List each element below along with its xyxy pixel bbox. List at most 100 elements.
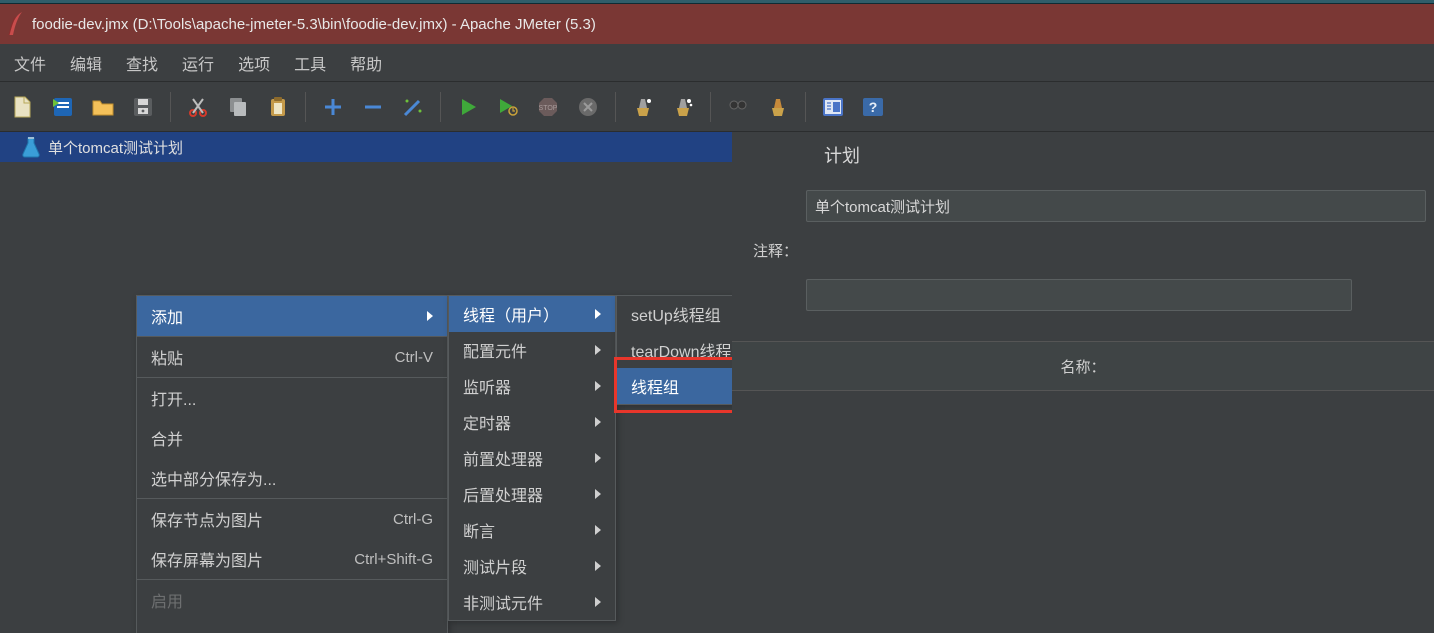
submenu-arrow-icon xyxy=(595,417,601,427)
function-helper-icon[interactable] xyxy=(814,88,852,126)
shutdown-icon[interactable] xyxy=(569,88,607,126)
menu-edit[interactable]: 编辑 xyxy=(58,45,114,81)
toolbar-separator xyxy=(170,92,171,122)
toolbar-separator xyxy=(615,92,616,122)
testplan-flask-icon xyxy=(20,136,42,158)
workspace: 单个tomcat测试计划 添加粘贴 Ctrl-V 打开... 合并选中部分保存为...… xyxy=(0,132,1434,633)
copy-icon[interactable] xyxy=(219,88,257,126)
context-menu-shortcut: Ctrl-G xyxy=(393,511,433,528)
new-file-icon[interactable] xyxy=(4,88,42,126)
plus-icon[interactable] xyxy=(314,88,352,126)
context-menu-item[interactable]: 打开... xyxy=(137,378,447,418)
help-icon[interactable]: ? xyxy=(854,88,892,126)
context-menu-item[interactable]: 保存节点为图片 Ctrl-G xyxy=(137,499,447,539)
details-heading: 计划 xyxy=(732,142,1434,168)
context-menu-label: 线程（用户） xyxy=(463,302,581,326)
stop-icon[interactable]: STOP xyxy=(529,88,567,126)
context-submenu-add[interactable]: 线程（用户） 配置元件监听器定时器前置处理器后置处理器断言测试片段非测试元件 xyxy=(448,295,616,621)
minus-icon[interactable] xyxy=(354,88,392,126)
wand-icon[interactable] xyxy=(394,88,432,126)
submenu-arrow-icon xyxy=(595,453,601,463)
clear-icon[interactable] xyxy=(624,88,662,126)
context-menu-item[interactable]: 添加 xyxy=(137,296,447,336)
menu-file[interactable]: 文件 xyxy=(2,45,58,81)
templates-icon[interactable] xyxy=(44,88,82,126)
menu-help[interactable]: 帮助 xyxy=(338,45,394,81)
context-menu-item: 启用 xyxy=(137,580,447,620)
comment-label: 注释： xyxy=(732,240,804,261)
submenu-arrow-icon xyxy=(427,311,433,321)
context-submenu-item[interactable]: 线程（用户） xyxy=(449,296,615,332)
context-menu-item[interactable]: 选中部分保存为... xyxy=(137,458,447,498)
menu-options[interactable]: 选项 xyxy=(226,45,282,81)
vars-name-column: 名称： xyxy=(1060,356,1105,377)
context-menu-label: 断言 xyxy=(463,518,581,542)
cut-icon[interactable] xyxy=(179,88,217,126)
context-menu-label: 打开... xyxy=(151,386,433,410)
context-menu-shortcut: Ctrl+Shift-G xyxy=(354,551,433,568)
toolbar-separator xyxy=(305,92,306,122)
context-submenu-item[interactable]: 定时器 xyxy=(449,404,615,440)
menu-search[interactable]: 查找 xyxy=(114,45,170,81)
window-title: foodie-dev.jmx (D:\Tools\apache-jmeter-5… xyxy=(32,16,596,33)
clear-all-icon[interactable] xyxy=(664,88,702,126)
context-submenu-item[interactable]: 前置处理器 xyxy=(449,440,615,476)
context-menu-label: 后置处理器 xyxy=(463,482,581,506)
app-feather-icon xyxy=(6,11,24,37)
context-submenu-item[interactable]: 断言 xyxy=(449,512,615,548)
submenu-arrow-icon xyxy=(595,345,601,355)
search-icon[interactable] xyxy=(719,88,757,126)
context-menu-label: 非测试元件 xyxy=(463,590,581,614)
menu-tools[interactable]: 工具 xyxy=(282,45,338,81)
context-submenu-item[interactable]: 后置处理器 xyxy=(449,476,615,512)
context-menu-label: 前置处理器 xyxy=(463,446,581,470)
titlebar: foodie-dev.jmx (D:\Tools\apache-jmeter-5… xyxy=(0,4,1434,44)
details-pane: 计划 注释： 名称： xyxy=(732,132,1434,633)
run-no-timer-icon[interactable] xyxy=(489,88,527,126)
comment-field[interactable] xyxy=(806,279,1352,311)
submenu-arrow-icon xyxy=(595,525,601,535)
context-menu-item[interactable]: 保存屏幕为图片 Ctrl+Shift-G xyxy=(137,539,447,579)
context-menu-shortcut: Ctrl-V xyxy=(395,349,433,366)
toolbar-separator xyxy=(710,92,711,122)
context-menu-item[interactable]: 合并 xyxy=(137,418,447,458)
submenu-arrow-icon xyxy=(595,597,601,607)
toolbar-separator xyxy=(805,92,806,122)
context-menu-label: 测试片段 xyxy=(463,554,581,578)
context-submenu-item[interactable]: 配置元件 xyxy=(449,332,615,368)
context-submenu-item[interactable]: 测试片段 xyxy=(449,548,615,584)
tree-root-row[interactable]: 单个tomcat测试计划 xyxy=(0,132,732,162)
submenu-arrow-icon xyxy=(595,489,601,499)
svg-text:?: ? xyxy=(869,99,878,115)
context-menu-label: 粘贴 xyxy=(151,345,375,369)
context-menu-label: 监听器 xyxy=(463,374,581,398)
context-menu-label: 定时器 xyxy=(463,410,581,434)
context-submenu-item[interactable]: 监听器 xyxy=(449,368,615,404)
context-menu-item[interactable]: 粘贴 Ctrl-V xyxy=(137,337,447,377)
svg-text:STOP: STOP xyxy=(539,105,558,112)
tree-root-label: 单个tomcat测试计划 xyxy=(48,137,183,158)
submenu-arrow-icon xyxy=(595,309,601,319)
save-icon[interactable] xyxy=(124,88,162,126)
name-field[interactable] xyxy=(806,190,1426,222)
menu-run[interactable]: 运行 xyxy=(170,45,226,81)
tree-pane[interactable]: 单个tomcat测试计划 添加粘贴 Ctrl-V 打开... 合并选中部分保存为...… xyxy=(0,132,732,633)
context-menu-label: 合并 xyxy=(151,426,433,450)
context-submenu-item[interactable]: 非测试元件 xyxy=(449,584,615,620)
context-menu-label: 保存屏幕为图片 xyxy=(151,547,334,571)
paste-icon[interactable] xyxy=(259,88,297,126)
context-menu-label: 保存节点为图片 xyxy=(151,507,373,531)
toolbar: STOP ? xyxy=(0,82,1434,132)
open-folder-icon[interactable] xyxy=(84,88,122,126)
submenu-arrow-icon xyxy=(595,381,601,391)
submenu-arrow-icon xyxy=(595,561,601,571)
context-menu-main[interactable]: 添加粘贴 Ctrl-V 打开... 合并选中部分保存为... 保存节点为图片 Ctrl-G… xyxy=(136,295,448,633)
context-menu-item[interactable]: 禁用 xyxy=(137,620,447,633)
reset-search-icon[interactable] xyxy=(759,88,797,126)
context-menu-label: 选中部分保存为... xyxy=(151,466,433,490)
context-menu-label: 添加 xyxy=(151,304,413,328)
vars-table-header: 名称： xyxy=(732,341,1434,391)
toolbar-separator xyxy=(440,92,441,122)
menubar: 文件 编辑 查找 运行 选项 工具 帮助 xyxy=(0,44,1434,82)
run-icon[interactable] xyxy=(449,88,487,126)
